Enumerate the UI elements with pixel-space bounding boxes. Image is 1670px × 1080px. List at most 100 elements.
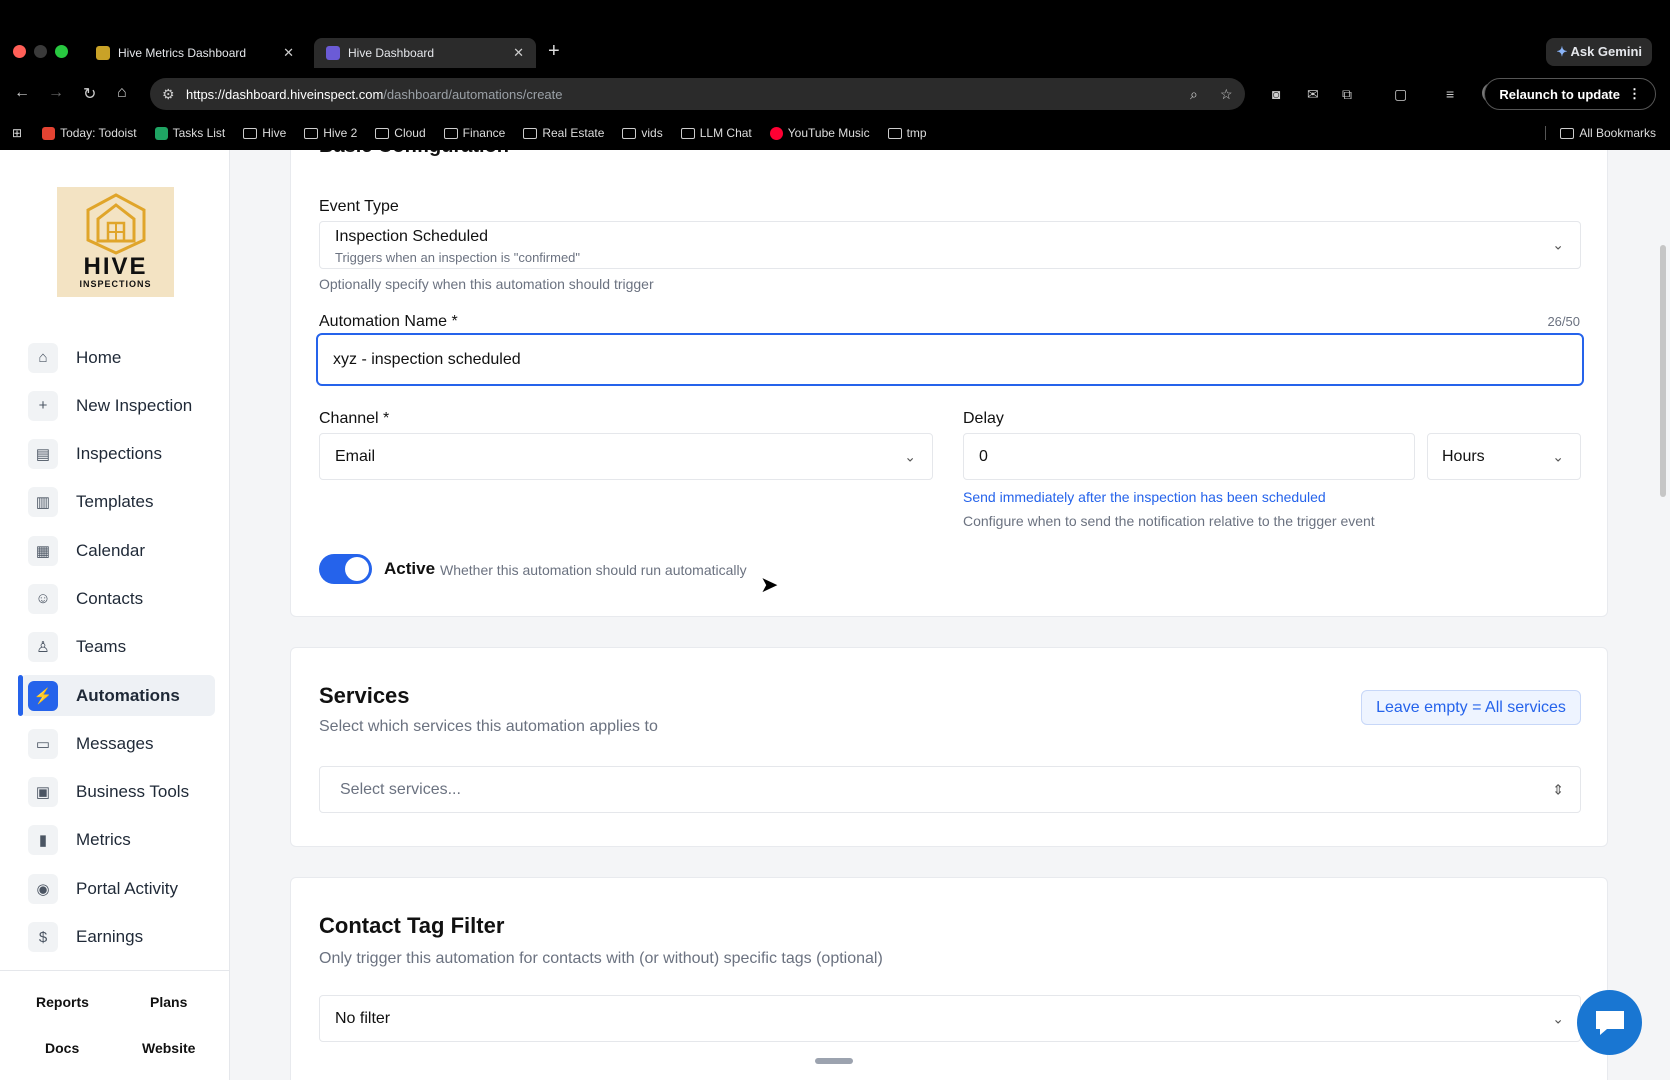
bookmark-cloud[interactable]: Cloud (375, 126, 426, 140)
all-services-badge: Leave empty = All services (1361, 690, 1581, 725)
drag-handle[interactable] (815, 1058, 853, 1064)
website-link[interactable]: Website (142, 1040, 195, 1056)
bar-chart-icon: ▮ (28, 825, 58, 856)
sidebar-item-templates[interactable]: ▥ Templates (20, 482, 215, 523)
bookmark-hive[interactable]: Hive (243, 126, 286, 140)
delay-input[interactable]: 0 (963, 433, 1415, 480)
sidebar-item-label: Inspections (76, 444, 162, 464)
bookmark-vids[interactable]: vids (622, 126, 663, 140)
media-icon[interactable]: ≡ (1446, 86, 1454, 102)
bookmark-finance[interactable]: Finance (443, 126, 506, 140)
sidebar-item-business-tools[interactable]: ▣ Business Tools (20, 772, 215, 813)
sidebar-item-contacts[interactable]: ☺ Contacts (20, 578, 215, 619)
all-services-text: Leave empty = All services (1376, 698, 1566, 716)
sidebar-item-calendar[interactable]: ▦ Calendar (20, 530, 215, 571)
back-icon[interactable]: ← (14, 84, 30, 102)
mouse-cursor-icon: ➤ (760, 572, 779, 597)
bookmark-todoist[interactable]: Today: Todoist (42, 126, 137, 140)
logo-word: HIVE (83, 253, 148, 280)
active-label: Active (384, 559, 436, 578)
channel-select[interactable]: Email ⌄ (319, 433, 933, 480)
tag-filter-select[interactable]: No filter ⌄ (319, 995, 1581, 1042)
basic-configuration-card: Basic Configuration Event Type Inspectio… (290, 150, 1608, 617)
zoom-icon[interactable]: ⌕ (1190, 86, 1198, 103)
reload-icon[interactable]: ↻ (83, 84, 96, 104)
bookmark-label: vids (641, 126, 663, 140)
chevron-down-icon: ⌄ (1552, 1010, 1564, 1026)
bookmark-llm-chat[interactable]: LLM Chat (680, 126, 752, 140)
ask-gemini-button[interactable]: ✦ Ask Gemini (1546, 38, 1652, 66)
bookmark-tmp[interactable]: tmp (887, 126, 927, 140)
browser-tab-dashboard[interactable]: Hive Dashboard ✕ (314, 38, 536, 68)
sidebar-item-portal-activity[interactable]: ◉ Portal Activity (20, 868, 215, 909)
window-controls (13, 45, 68, 58)
bookmark-label: Finance (462, 126, 506, 140)
channel-value: Email (335, 448, 376, 465)
sidebar-item-label: Calendar (76, 540, 145, 560)
minimize-window-button[interactable] (34, 45, 47, 58)
bookmark-real-estate[interactable]: Real Estate (523, 126, 604, 140)
camera-extension-icon[interactable]: ◙ (1272, 86, 1280, 102)
user-check-icon: ♙ (28, 632, 58, 663)
plus-icon: + (28, 390, 58, 421)
main-content: Basic Configuration Event Type Inspectio… (230, 150, 1670, 1080)
sidebar-item-automations[interactable]: ⚡ Automations (18, 675, 215, 717)
sidebar-item-inspections[interactable]: ▤ Inspections (20, 434, 215, 475)
browser-tab-metrics[interactable]: Hive Metrics Dashboard ✕ (84, 38, 306, 68)
dollar-document-icon: ▤ (28, 439, 58, 470)
sidebar-item-messages[interactable]: ▭ Messages (20, 723, 215, 764)
delay-unit-value: Hours (1442, 448, 1485, 465)
reports-link[interactable]: Reports (36, 994, 89, 1010)
docs-link[interactable]: Docs (45, 1040, 79, 1056)
delay-unit-select[interactable]: Hours ⌄ (1427, 433, 1581, 480)
apps-grid-icon[interactable]: ⊞ (12, 126, 22, 140)
sidebar-item-label: New Inspection (76, 395, 193, 415)
forward-icon[interactable]: → (48, 84, 64, 102)
automation-name-label: Automation Name * (319, 313, 458, 330)
menu-dots-icon: ⋮ (1628, 86, 1641, 101)
all-bookmarks[interactable]: All Bookmarks (1545, 126, 1656, 140)
event-type-value: Inspection Scheduled (335, 228, 488, 245)
bookmark-youtube-music[interactable]: YouTube Music (769, 126, 870, 140)
maximize-window-button[interactable] (55, 45, 68, 58)
bookmark-hive-2[interactable]: Hive 2 (304, 126, 357, 140)
lightning-icon: ⚡ (28, 680, 58, 711)
relaunch-button[interactable]: Relaunch to update ⋮ (1484, 78, 1656, 110)
tab-search-icon[interactable]: ▢ (1394, 86, 1407, 103)
folder-icon (887, 127, 902, 139)
folder-icon (304, 127, 319, 139)
page-scrollbar[interactable] (1660, 245, 1666, 497)
mail-extension-icon[interactable]: ✉ (1307, 86, 1319, 103)
plans-link[interactable]: Plans (150, 994, 187, 1010)
close-window-button[interactable] (13, 45, 26, 58)
sidebar-item-new-inspection[interactable]: + New Inspection (20, 385, 215, 426)
event-type-hint: Optionally specify when this automation … (319, 276, 654, 292)
sidebar-item-metrics[interactable]: ▮ Metrics (20, 820, 215, 861)
sidebar-bottom-links: Reports Plans Docs Website (0, 970, 230, 1056)
automation-name-input[interactable]: xyz - inspection scheduled (316, 333, 1584, 386)
extensions-icon[interactable]: ⧉ (1342, 86, 1352, 103)
bookmark-label: All Bookmarks (1579, 126, 1656, 140)
chat-widget-button[interactable] (1577, 990, 1642, 1055)
close-tab-icon[interactable]: ✕ (283, 45, 294, 61)
event-type-select[interactable]: Inspection Scheduled Triggers when an in… (319, 221, 1581, 269)
sidebar-item-home[interactable]: ⌂ Home (20, 337, 215, 378)
active-toggle[interactable] (319, 554, 372, 584)
sidebar-item-teams[interactable]: ♙ Teams (20, 627, 215, 668)
folder-icon (523, 127, 538, 139)
tab-bar: Hive Metrics Dashboard ✕ Hive Dashboard … (0, 34, 1670, 68)
home-browser-icon[interactable]: ⌂ (117, 84, 127, 102)
hive-logo[interactable]: HIVE INSPECTIONS (57, 187, 174, 297)
address-row: ← → ↻ ⌂ ⚙ https://dashboard.hiveinspect.… (0, 76, 1670, 112)
bookmark-star-icon[interactable]: ☆ (1220, 86, 1233, 103)
site-info-icon[interactable]: ⚙ (162, 86, 175, 103)
url-bar[interactable]: ⚙ https://dashboard.hiveinspect.com/dash… (150, 78, 1245, 110)
sidebar-item-label: Teams (76, 637, 127, 657)
new-tab-icon[interactable]: + (548, 40, 560, 63)
bookmark-tasks-list[interactable]: Tasks List (154, 126, 225, 140)
services-subtitle: Select which services this automation ap… (319, 718, 658, 735)
services-select[interactable]: Select services... ⇕ (319, 766, 1581, 813)
close-tab-icon[interactable]: ✕ (513, 45, 524, 61)
sidebar-item-earnings[interactable]: $ Earnings (20, 917, 215, 958)
bookmark-label: tmp (906, 126, 927, 140)
